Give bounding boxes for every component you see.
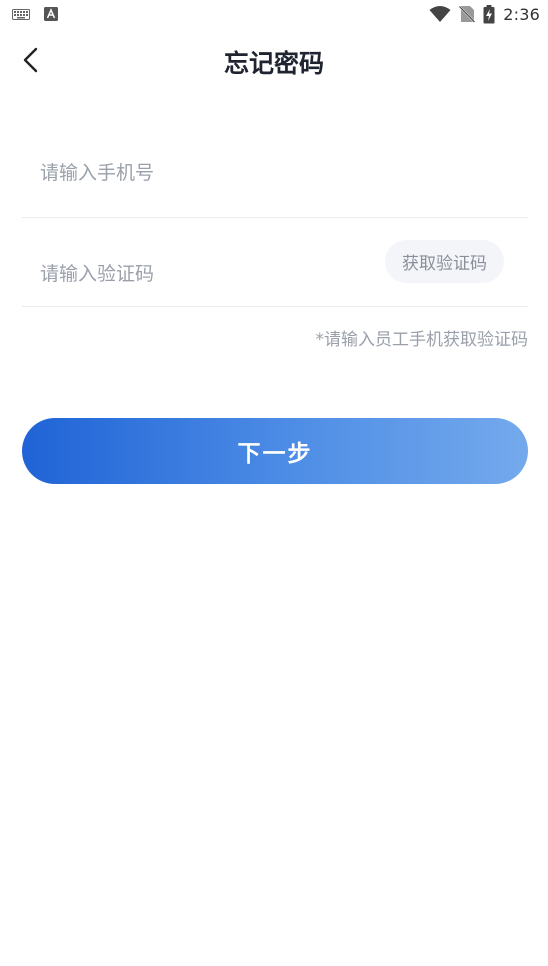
keyboard-icon [12, 8, 30, 20]
hint-text: *请输入员工手机获取验证码 [315, 330, 529, 350]
get-code-button[interactable]: 获取验证码 [385, 240, 504, 283]
next-button[interactable]: 下一步 [22, 418, 528, 484]
header: 忘记密码 [0, 28, 548, 92]
status-bar: 2:36 [0, 0, 548, 28]
page-title: 忘记密码 [223, 49, 324, 78]
a-notification-icon [44, 7, 58, 21]
no-sim-icon [459, 5, 476, 23]
status-time: 2:36 [503, 4, 540, 24]
code-field-row: 获取验证码 [22, 218, 528, 307]
battery-charging-icon [483, 4, 495, 24]
phone-input[interactable] [40, 155, 370, 191]
wifi-icon [429, 5, 451, 23]
forgot-password-screen: 2:36 忘记密码 获取验证码 *请输入员工手机获取验证码 下一步 [0, 0, 548, 966]
status-left [12, 7, 58, 21]
status-right: 2:36 [429, 4, 540, 24]
verification-code-input[interactable] [40, 256, 370, 292]
phone-field-row [22, 128, 528, 218]
